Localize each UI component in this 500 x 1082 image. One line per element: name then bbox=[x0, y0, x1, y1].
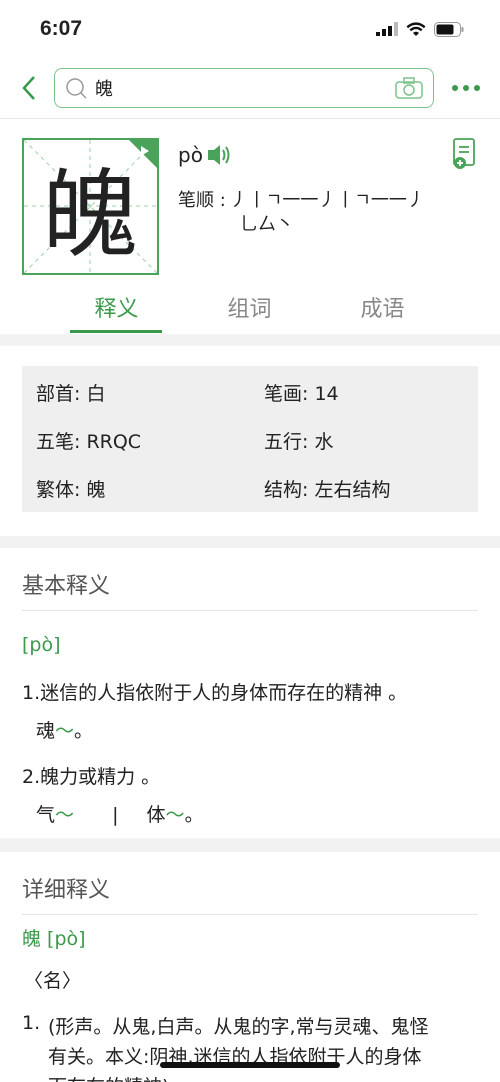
basic-def-2: 2.魄力或精力 。 bbox=[22, 766, 161, 788]
character-card: 魄 pò 笔顺 : 丿丨ㄱ一一丿丨ㄱ一一丿 乚厶丶 释义 组词 成语 bbox=[0, 118, 500, 334]
detail-definition-title: 详细释义 bbox=[22, 878, 111, 903]
basic-example-2: 气～ | 体～。 bbox=[36, 800, 204, 827]
speaker-icon[interactable] bbox=[207, 144, 233, 166]
basic-pinyin: [pò] bbox=[22, 634, 61, 656]
part-of-speech: 〈名〉 bbox=[24, 970, 82, 992]
stroke-order: 笔顺 : 丿丨ㄱ一一丿丨ㄱ一一丿 乚厶丶 bbox=[178, 189, 478, 237]
example-tilde: ～ bbox=[55, 804, 75, 826]
wifi-icon bbox=[406, 21, 426, 36]
search-icon bbox=[66, 78, 87, 99]
info-radical: 部首: 白 bbox=[36, 382, 106, 405]
info-traditional: 繁体: 魄 bbox=[36, 478, 106, 501]
detail-char-pinyin: 魄 [pò] bbox=[22, 928, 86, 950]
info-card: 部首: 白 笔画: 14 五笔: RRQC 五行: 水 繁体: 魄 结构: 左右… bbox=[0, 346, 500, 536]
add-note-button[interactable] bbox=[452, 137, 478, 175]
pinyin-row: pò bbox=[178, 143, 233, 167]
stroke-order-line2: 乚厶丶 bbox=[240, 214, 294, 235]
basic-example-1: 魂～。 bbox=[36, 716, 93, 743]
pinyin: pò bbox=[178, 143, 203, 167]
info-structure: 结构: 左右结构 bbox=[264, 478, 391, 501]
basic-def-1: 1.迷信的人指依附于人的身体而存在的精神 。 bbox=[22, 682, 408, 704]
example-text: 气 bbox=[36, 804, 56, 826]
stroke-order-line1: 丿丨ㄱ一一丿丨ㄱ一一丿 bbox=[229, 190, 425, 211]
example-separator: | bbox=[112, 804, 119, 826]
play-stroke-icon[interactable] bbox=[129, 140, 157, 168]
example-tilde: ～ bbox=[165, 804, 185, 826]
search-input[interactable]: 魄 bbox=[54, 68, 434, 108]
dot-icon bbox=[452, 85, 458, 91]
tab-bar: 释义 组词 成语 bbox=[0, 279, 500, 333]
example-text: 。 bbox=[74, 720, 94, 742]
status-time: 6:07 bbox=[40, 17, 83, 40]
dot-icon bbox=[463, 85, 469, 91]
dot-icon bbox=[474, 85, 480, 91]
status-bar: 6:07 bbox=[0, 0, 500, 58]
divider bbox=[22, 610, 478, 611]
detail-number: 1. bbox=[22, 1012, 41, 1034]
more-menu-button[interactable] bbox=[452, 85, 480, 91]
back-button[interactable] bbox=[16, 73, 42, 103]
tab-definition[interactable]: 释义 bbox=[50, 279, 183, 333]
divider bbox=[22, 914, 478, 915]
info-grid: 部首: 白 笔画: 14 五笔: RRQC 五行: 水 繁体: 魄 结构: 左右… bbox=[22, 366, 478, 512]
tab-words[interactable]: 组词 bbox=[183, 279, 316, 333]
add-note-icon bbox=[453, 138, 475, 169]
info-wubi: 五笔: RRQC bbox=[36, 430, 142, 453]
search-header: 魄 bbox=[0, 58, 500, 118]
detail-line: (形声。从鬼,白声。从鬼的字,常与灵魂、鬼怪 bbox=[48, 1016, 429, 1038]
detail-text: (形声。从鬼,白声。从鬼的字,常与灵魂、鬼怪 有关。本义:阴神,迷信的人指依附于… bbox=[48, 1012, 488, 1082]
chevron-left-icon bbox=[22, 76, 35, 100]
camera-icon[interactable] bbox=[395, 77, 423, 99]
tab-idioms[interactable]: 成语 bbox=[316, 279, 449, 333]
example-text: 体 bbox=[146, 804, 166, 826]
signal-icon bbox=[376, 22, 398, 36]
detail-line: 而存在的精神) bbox=[48, 1072, 488, 1082]
home-indicator bbox=[160, 1062, 340, 1068]
stroke-order-label: 笔顺 : bbox=[178, 190, 226, 211]
character-grid: 魄 bbox=[22, 138, 159, 275]
info-stroke-count: 笔画: 14 bbox=[264, 382, 339, 405]
search-query: 魄 bbox=[95, 79, 113, 100]
system-icons bbox=[376, 21, 464, 37]
info-wuxing: 五行: 水 bbox=[264, 430, 334, 453]
example-tilde: ～ bbox=[55, 720, 75, 742]
example-text: 。 bbox=[184, 804, 204, 826]
example-text: 魂 bbox=[36, 720, 56, 742]
basic-definition-section: 基本释义 [pò] 1.迷信的人指依附于人的身体而存在的精神 。 魂～。 2.魄… bbox=[0, 548, 500, 838]
battery-icon bbox=[434, 21, 464, 37]
detail-definition-section: 详细释义 魄 [pò] 〈名〉 1. (形声。从鬼,白声。从鬼的字,常与灵魂、鬼… bbox=[0, 852, 500, 1082]
basic-definition-title: 基本释义 bbox=[22, 574, 111, 599]
